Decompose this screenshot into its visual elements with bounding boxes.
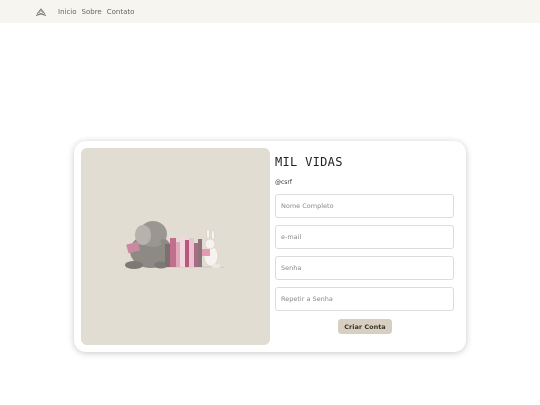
nav-link-sobre[interactable]: Sobre [82, 8, 102, 16]
reading-animals-illustration [125, 221, 224, 269]
nav-link-contato[interactable]: Contato [107, 8, 135, 16]
csrf-token-text: @csrf [275, 179, 293, 186]
nav-link-inicio[interactable]: Inicio [58, 8, 77, 16]
signup-card: MIL VIDAS @csrf Criar Conta [74, 141, 466, 352]
full-name-input[interactable] [275, 194, 454, 218]
confirm-password-input[interactable] [275, 287, 454, 311]
email-input[interactable] [275, 225, 454, 249]
create-account-button[interactable]: Criar Conta [338, 319, 392, 334]
app-title: MIL VIDAS [275, 155, 343, 169]
book-logo-icon[interactable] [35, 6, 47, 18]
password-input[interactable] [275, 256, 454, 280]
navbar: Inicio Sobre Contato [0, 0, 540, 23]
illustration-panel [81, 148, 270, 345]
